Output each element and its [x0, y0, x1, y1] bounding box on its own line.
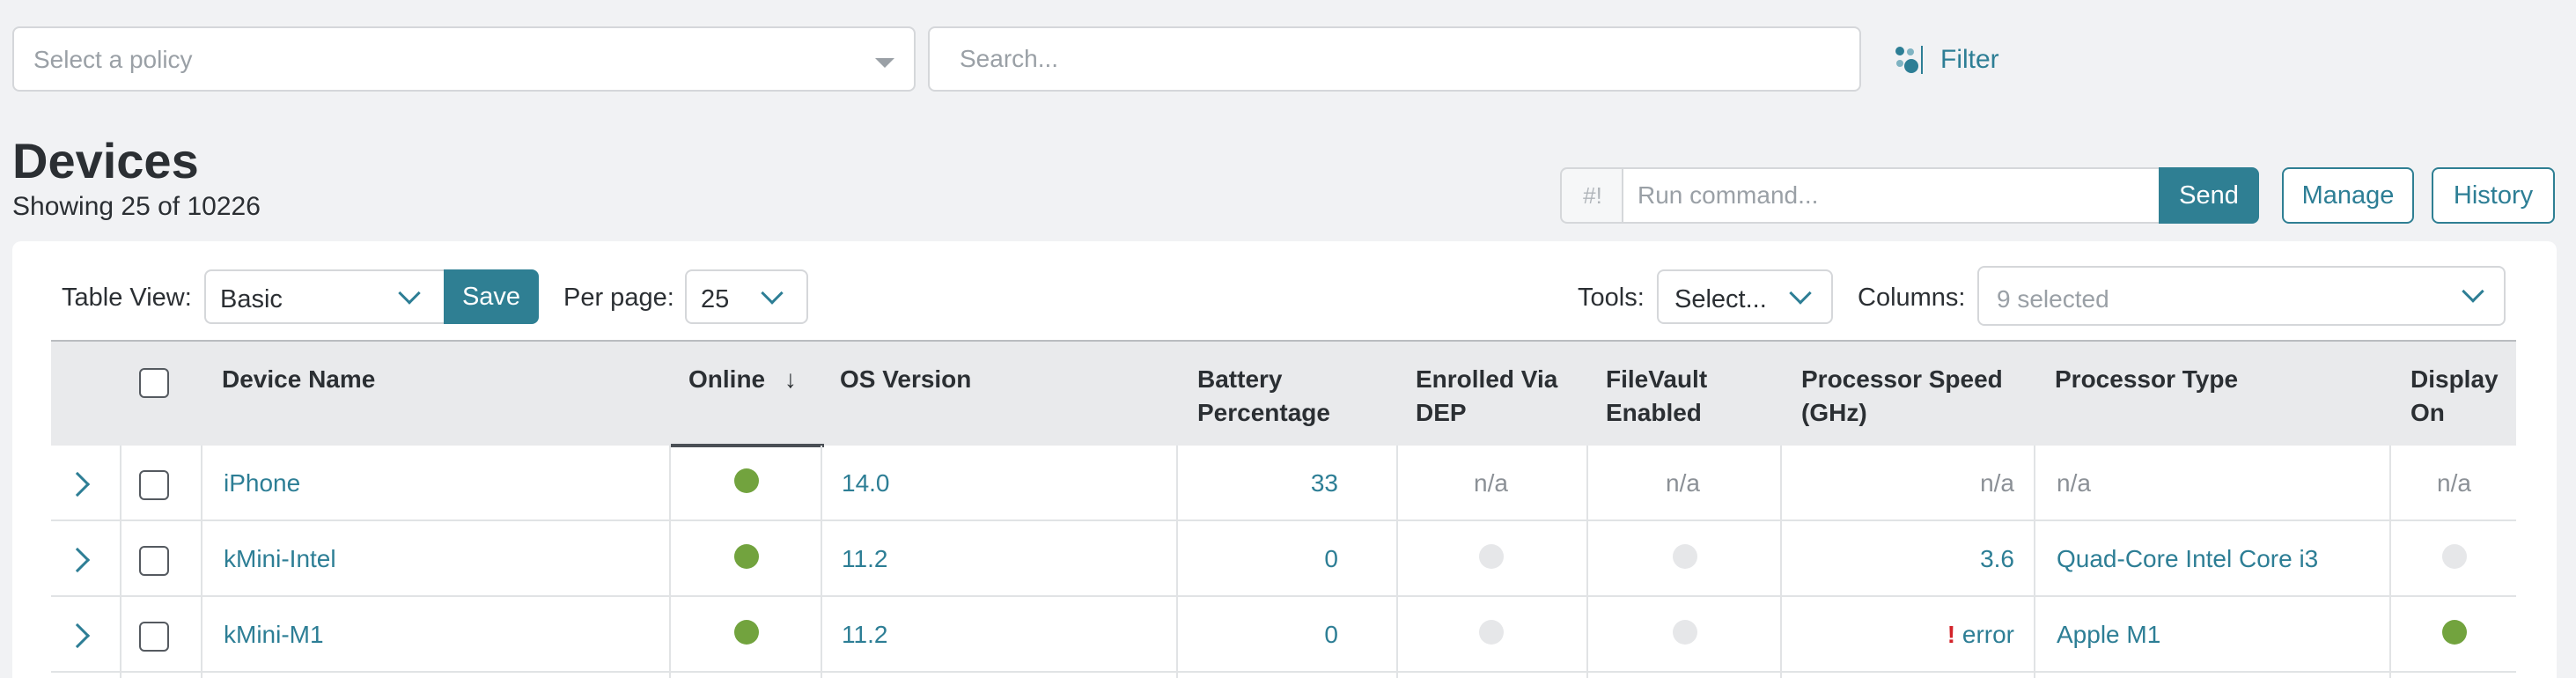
- filter-label: Filter: [1940, 45, 1999, 74]
- speed-label-line1: Processor Speed: [1801, 365, 2003, 393]
- caret-down-icon: [875, 58, 894, 68]
- row-checkbox[interactable]: [139, 470, 169, 500]
- display-label-line2: On: [2410, 399, 2445, 426]
- command-prefix: #!: [1560, 167, 1623, 224]
- os-version-link[interactable]: 11.2: [842, 620, 887, 650]
- battery-value[interactable]: 0: [1324, 544, 1338, 574]
- policy-select-placeholder: Select a policy: [33, 46, 193, 73]
- dep-label-line2: DEP: [1416, 399, 1467, 426]
- per-page-label: Per page:: [563, 284, 674, 312]
- chevron-right-icon[interactable]: [64, 471, 91, 497]
- history-button[interactable]: History: [2432, 167, 2555, 224]
- table-view-select[interactable]: Basic: [204, 269, 445, 324]
- columns-value: 9 selected: [1997, 285, 2109, 313]
- battery-value[interactable]: 33: [1311, 468, 1338, 498]
- os-version-link[interactable]: 14.0: [842, 468, 890, 498]
- result-count: Showing 25 of 10226: [12, 192, 261, 221]
- device-name-link[interactable]: kMini-Intel: [224, 544, 336, 574]
- columns-select[interactable]: 9 selected: [1977, 266, 2506, 326]
- filter-button[interactable]: Filter: [1893, 39, 1999, 81]
- chevron-down-icon: [1789, 282, 1812, 305]
- filevault-false-dot: [1673, 544, 1697, 569]
- battery-value[interactable]: 0: [1324, 620, 1338, 650]
- table-row: kMini-M1 11.2 0 ! error Apple M1: [51, 597, 2516, 673]
- per-page-value: 25: [701, 285, 730, 313]
- online-status-dot: [734, 468, 759, 493]
- chevron-down-icon: [761, 282, 784, 305]
- select-all-checkbox[interactable]: [139, 368, 169, 398]
- display-label-line1: Display: [2410, 365, 2499, 393]
- save-view-button[interactable]: Save: [444, 269, 539, 324]
- column-header-dep[interactable]: Enrolled Via DEP: [1416, 363, 1557, 430]
- error-icon: !: [1947, 621, 1956, 648]
- chevron-right-icon[interactable]: [64, 623, 91, 649]
- table-view-value: Basic: [220, 285, 283, 313]
- sort-desc-icon: ↓: [784, 365, 797, 393]
- processor-type-value[interactable]: Apple M1: [2057, 620, 2160, 650]
- column-header-battery[interactable]: Battery Percentage: [1197, 363, 1330, 430]
- processor-speed-value[interactable]: 3.6: [1980, 544, 2014, 574]
- row-checkbox[interactable]: [139, 622, 169, 652]
- display-on-dot: [2442, 620, 2467, 645]
- online-label: Online: [688, 365, 766, 393]
- device-name-link[interactable]: kMini-M1: [224, 620, 324, 650]
- os-version-link[interactable]: 11.2: [842, 544, 887, 574]
- policy-select[interactable]: Select a policy: [12, 26, 916, 92]
- column-header-filevault[interactable]: FileVault Enabled: [1606, 363, 1707, 430]
- dep-false-dot: [1479, 620, 1504, 645]
- column-header-device-name[interactable]: Device Name: [222, 363, 375, 396]
- online-status-dot: [734, 620, 759, 645]
- chevron-right-icon[interactable]: [64, 547, 91, 573]
- filevault-false-dot: [1673, 620, 1697, 645]
- filevault-label-line2: Enabled: [1606, 399, 1702, 426]
- column-header-processor-type[interactable]: Processor Type: [2055, 363, 2238, 396]
- online-status-dot: [734, 544, 759, 569]
- tools-select[interactable]: Select...: [1657, 269, 1833, 324]
- command-input[interactable]: [1622, 167, 2160, 224]
- processor-type-value[interactable]: Quad-Core Intel Core i3: [2057, 544, 2318, 574]
- speed-label-line2: (GHz): [1801, 399, 1867, 426]
- dep-value: n/a: [1474, 469, 1508, 497]
- table-view-label: Table View:: [62, 284, 192, 312]
- table-header: Device Name Online ↓ OS Version Battery …: [51, 340, 2516, 447]
- filevault-value: n/a: [1666, 469, 1700, 497]
- send-button[interactable]: Send: [2159, 167, 2259, 224]
- devices-table: Device Name Online ↓ OS Version Battery …: [51, 340, 2516, 678]
- filevault-label-line1: FileVault: [1606, 365, 1708, 393]
- error-label: error: [1961, 621, 2014, 648]
- column-header-os-version[interactable]: OS Version: [840, 363, 971, 396]
- page-title: Devices: [12, 133, 199, 188]
- row-checkbox[interactable]: [139, 546, 169, 576]
- filter-icon: [1895, 46, 1923, 74]
- per-page-select[interactable]: 25: [685, 269, 808, 324]
- dep-false-dot: [1479, 544, 1504, 569]
- chevron-down-icon: [398, 282, 421, 305]
- column-header-processor-speed[interactable]: Processor Speed (GHz): [1801, 363, 2003, 430]
- battery-label-line2: Percentage: [1197, 399, 1330, 426]
- manage-button[interactable]: Manage: [2282, 167, 2414, 224]
- search-input[interactable]: [928, 26, 1861, 92]
- column-header-display-on[interactable]: Display On: [2410, 363, 2499, 430]
- dep-label-line1: Enrolled Via: [1416, 365, 1558, 393]
- device-name-link[interactable]: iPhone: [224, 468, 300, 498]
- display-on-value: n/a: [2437, 469, 2471, 497]
- processor-speed-error[interactable]: ! error: [1947, 620, 2014, 650]
- processor-speed-value: n/a: [1980, 469, 2014, 497]
- tools-label: Tools:: [1578, 284, 1645, 312]
- columns-label: Columns:: [1858, 284, 1966, 312]
- table-row: kMini-Intel 11.2 0 3.6 Quad-Core Intel C…: [51, 521, 2516, 597]
- display-off-dot: [2442, 544, 2467, 569]
- tools-value: Select...: [1674, 285, 1767, 313]
- processor-type-value: n/a: [2057, 469, 2091, 497]
- chevron-down-icon: [2462, 280, 2484, 303]
- battery-label-line1: Battery: [1197, 365, 1283, 393]
- column-header-online[interactable]: Online ↓: [688, 363, 797, 396]
- table-row: iPhone 14.0 33 n/a n/a n/a n/a n/a: [51, 446, 2516, 521]
